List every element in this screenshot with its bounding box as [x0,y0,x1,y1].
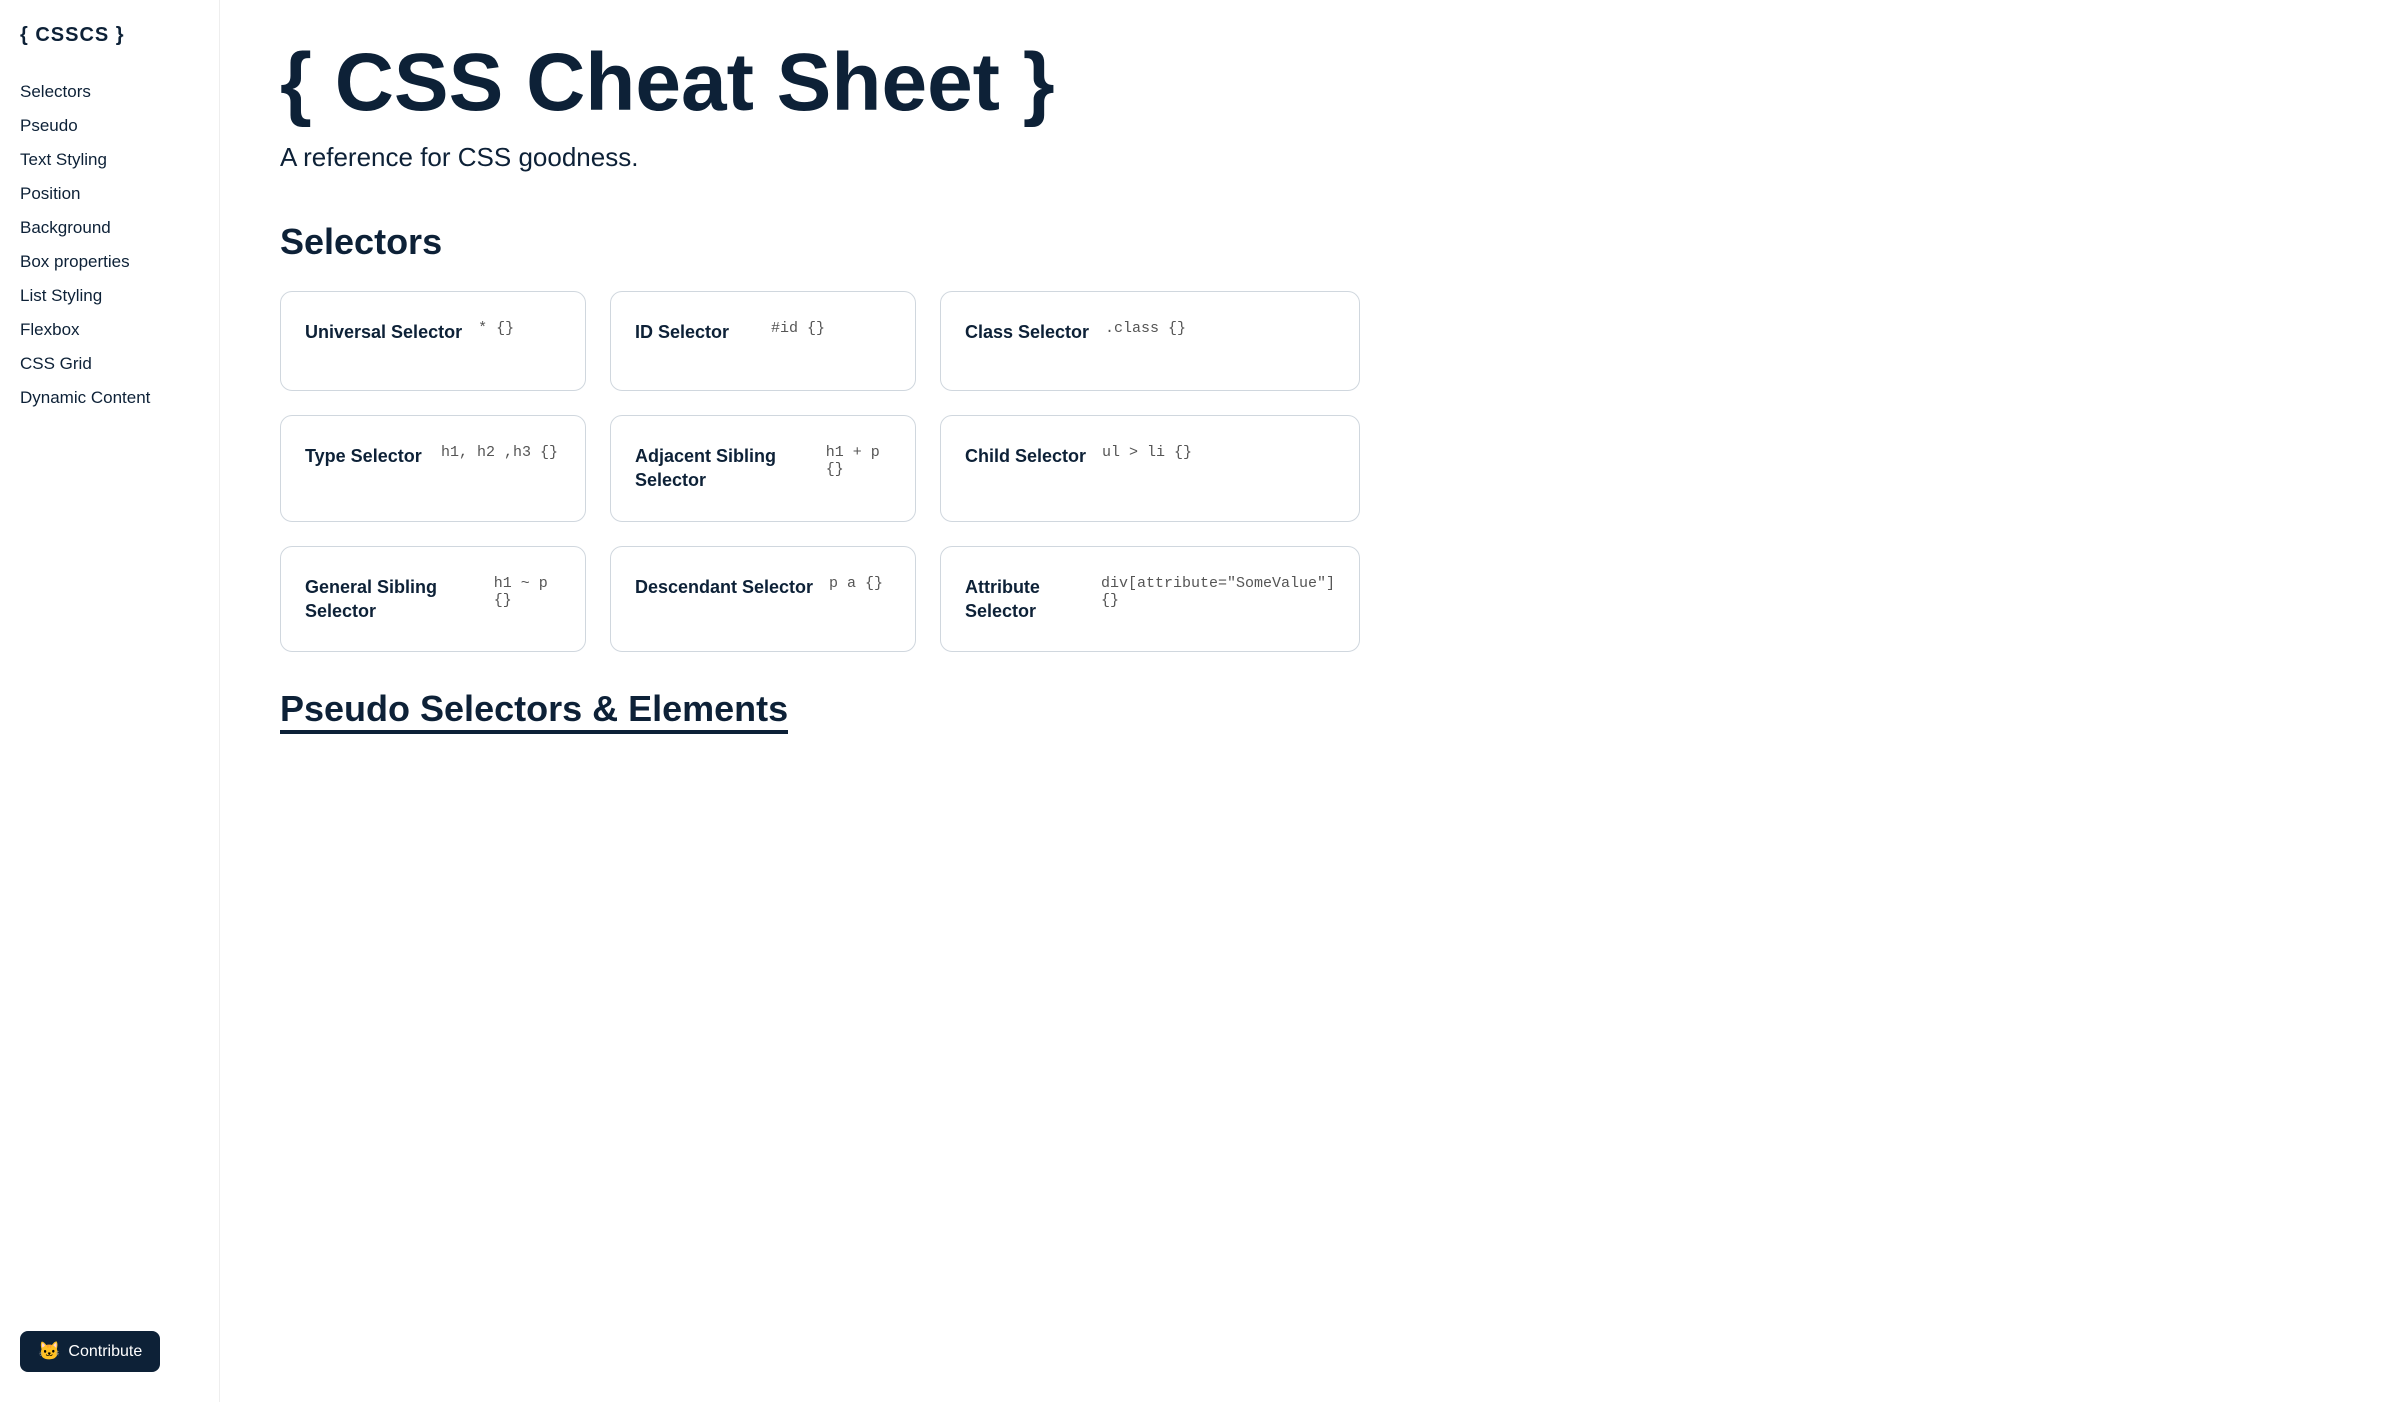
pseudo-section: Pseudo Selectors & Elements [280,688,1360,734]
sidebar-item-list-styling[interactable]: List Styling [20,279,199,313]
page-subtitle: A reference for CSS goodness. [280,142,1360,173]
code-line: p a {} [829,575,883,592]
card-code: p a {} [829,575,883,592]
selectors-cards-grid: Universal Selector * {} ID Selector #id {} C… [280,291,1360,652]
sidebar-item-pseudo[interactable]: Pseudo [20,109,199,143]
card-title: Descendant Selector [635,575,813,599]
card-code: #id {} [771,320,825,337]
selectors-section: Selectors Universal Selector * {} ID Selec… [280,221,1360,652]
card-code: h1, h2 ,h3 {} [441,444,558,461]
card-title: Universal Selector [305,320,462,344]
code-line: h1, h2 ,h3 {} [441,444,558,461]
selector-card: Attribute Selector div[attribute="SomeVal… [940,546,1360,653]
card-title: General Sibling Selector [305,575,478,624]
card-code: ul > li {} [1102,444,1192,461]
selector-card: Adjacent Sibling Selector h1 + p {} [610,415,916,522]
sidebar-item-background[interactable]: Background [20,211,199,245]
pseudo-section-title: Pseudo Selectors & Elements [280,688,1360,734]
card-title: ID Selector [635,320,755,344]
sidebar-item-text-styling[interactable]: Text Styling [20,143,199,177]
selector-card: Class Selector .class {} [940,291,1360,391]
selector-card: Universal Selector * {} [280,291,586,391]
card-code: h1 + p {} [826,444,891,478]
card-title: Class Selector [965,320,1089,344]
sidebar-item-css-grid[interactable]: CSS Grid [20,347,199,381]
sidebar-item-box-properties[interactable]: Box properties [20,245,199,279]
sidebar-item-flexbox[interactable]: Flexbox [20,313,199,347]
main-content: { CSS Cheat Sheet } A reference for CSS … [220,0,1420,1402]
card-code: * {} [478,320,514,337]
sidebar-nav: SelectorsPseudoText StylingPositionBackg… [20,75,199,415]
card-title: Type Selector [305,444,425,468]
page-title: { CSS Cheat Sheet } [280,40,1360,126]
card-title: Child Selector [965,444,1086,468]
selector-card: ID Selector #id {} [610,291,916,391]
code-line: * {} [478,320,514,337]
sidebar-item-selectors[interactable]: Selectors [20,75,199,109]
card-code: div[attribute="SomeValue"] {} [1101,575,1335,609]
code-line: h1 ~ p {} [494,575,561,609]
sidebar: { CSSCS } SelectorsPseudoText StylingPos… [0,0,220,1402]
code-line: ul > li {} [1102,444,1192,461]
code-line: h1 + p {} [826,444,891,478]
contribute-button[interactable]: 🐱 Contribute [20,1331,160,1372]
cat-icon: 🐱 [38,1341,60,1362]
sidebar-item-dynamic-content[interactable]: Dynamic Content [20,381,199,415]
card-title: Attribute Selector [965,575,1085,624]
selector-card: Type Selector h1, h2 ,h3 {} [280,415,586,522]
code-line: #id {} [771,320,825,337]
card-code: .class {} [1105,320,1186,337]
sidebar-item-position[interactable]: Position [20,177,199,211]
code-line: .class {} [1105,320,1186,337]
card-title: Adjacent Sibling Selector [635,444,810,493]
sidebar-logo: { CSSCS } [20,24,199,47]
code-line: div[attribute="SomeValue"] {} [1101,575,1335,609]
card-code: h1 ~ p {} [494,575,561,609]
selector-card: Descendant Selector p a {} [610,546,916,653]
selectors-section-title: Selectors [280,221,1360,263]
selector-card: General Sibling Selector h1 ~ p {} [280,546,586,653]
contribute-label: Contribute [68,1343,142,1361]
selector-card: Child Selector ul > li {} [940,415,1360,522]
